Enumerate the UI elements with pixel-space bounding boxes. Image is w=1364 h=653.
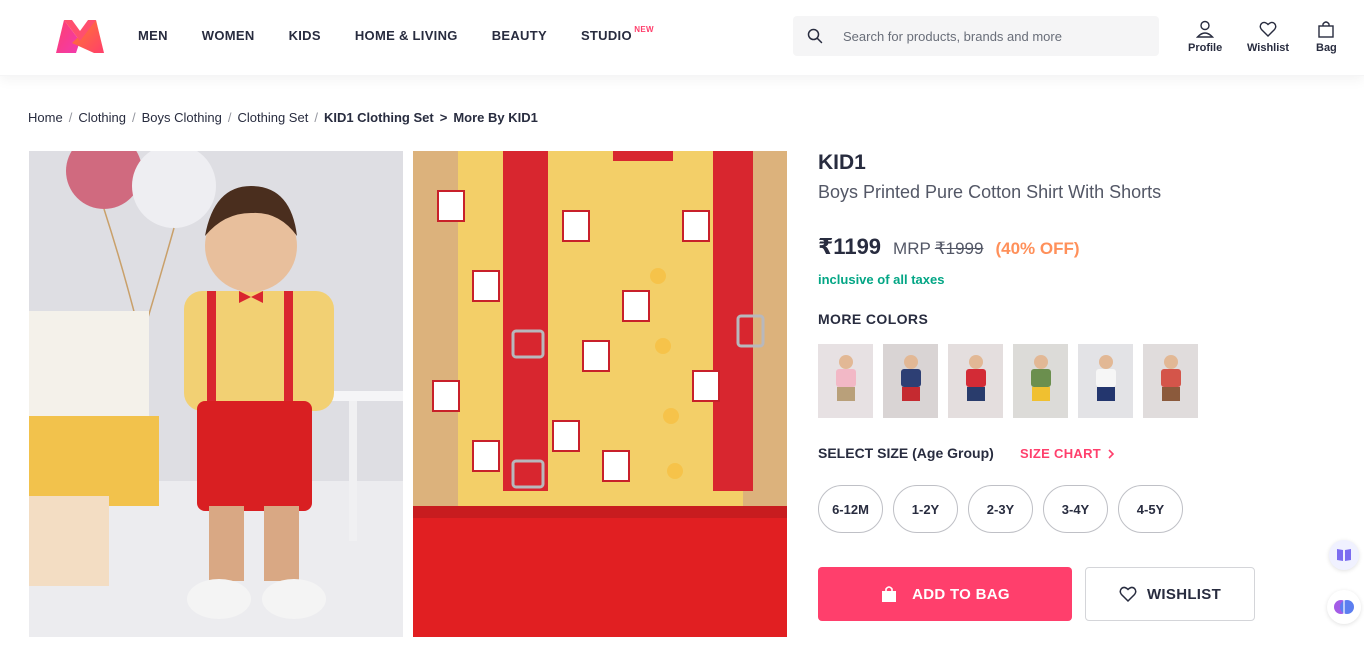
wishlist-label: Wishlist bbox=[1247, 42, 1290, 54]
breadcrumb: Home / Clothing / Boys Clothing / Clothi… bbox=[28, 110, 538, 125]
breadcrumb-arrow: > bbox=[439, 110, 448, 125]
size-chart-label: SIZE CHART bbox=[1020, 446, 1101, 461]
nav-studio-label: STUDIO bbox=[580, 28, 632, 43]
product-photo-closeup bbox=[413, 151, 787, 637]
bag-button[interactable]: Bag bbox=[1316, 20, 1337, 54]
breadcrumb-boys-clothing[interactable]: Boys Clothing bbox=[142, 110, 222, 125]
myntra-logo-icon[interactable] bbox=[54, 17, 106, 55]
color-swatch-pink[interactable] bbox=[818, 344, 873, 418]
nav-beauty[interactable]: BEAUTY bbox=[492, 28, 547, 43]
wishlist-header-button[interactable]: Wishlist bbox=[1247, 20, 1289, 54]
book-icon[interactable] bbox=[1329, 540, 1359, 570]
size-chart-link[interactable]: SIZE CHART bbox=[1020, 446, 1117, 461]
nav-women[interactable]: WOMEN bbox=[202, 28, 255, 43]
product-image-2[interactable] bbox=[413, 151, 787, 637]
wishlist-button-label: WISHLIST bbox=[1146, 585, 1222, 603]
nav-beauty-label: BEAUTY bbox=[491, 28, 547, 43]
taxes-note: inclusive of all taxes bbox=[818, 272, 945, 287]
more-colors-title: MORE COLORS bbox=[818, 311, 929, 327]
nav-home-living[interactable]: HOME & LIVING bbox=[355, 28, 458, 43]
size-4-5y[interactable]: 4-5Y bbox=[1118, 485, 1183, 533]
color-swatch-navy[interactable] bbox=[883, 344, 938, 418]
breadcrumb-clothing[interactable]: Clothing bbox=[78, 110, 126, 125]
product-title: Boys Printed Pure Cotton Shirt With Shor… bbox=[818, 182, 1162, 202]
main-nav: MEN WOMEN KIDS HOME & LIVING BEAUTY STUD… bbox=[138, 25, 666, 43]
search-bar[interactable] bbox=[793, 16, 1159, 56]
top-header: MEN WOMEN KIDS HOME & LIVING BEAUTY STUD… bbox=[0, 0, 1364, 76]
heart-icon bbox=[1119, 586, 1137, 603]
nav-home-living-label: HOME & LIVING bbox=[354, 28, 458, 43]
nav-kids[interactable]: KIDS bbox=[289, 28, 321, 43]
size-1-2y[interactable]: 1-2Y bbox=[893, 485, 958, 533]
bag-label: Bag bbox=[1316, 42, 1337, 54]
nav-men-label: MEN bbox=[138, 28, 168, 43]
heart-icon bbox=[1259, 21, 1277, 37]
add-to-bag-label: ADD TO BAG bbox=[912, 585, 1010, 603]
search-icon[interactable] bbox=[793, 16, 837, 56]
profile-icon bbox=[1196, 20, 1215, 38]
color-swatches bbox=[818, 344, 1208, 418]
size-2-3y[interactable]: 2-3Y bbox=[968, 485, 1033, 533]
breadcrumb-current: KID1 Clothing Set bbox=[323, 110, 434, 125]
color-swatch-brown[interactable] bbox=[1143, 344, 1198, 418]
profile-label: Profile bbox=[1188, 42, 1223, 54]
new-badge: NEW bbox=[634, 25, 654, 34]
breadcrumb-separator: / bbox=[68, 110, 73, 125]
brain-icon[interactable] bbox=[1327, 590, 1361, 624]
size-3-4y[interactable]: 3-4Y bbox=[1043, 485, 1108, 533]
breadcrumb-home[interactable]: Home bbox=[28, 110, 63, 125]
breadcrumb-separator: / bbox=[314, 110, 318, 125]
search-input[interactable] bbox=[843, 28, 1143, 44]
brand-name[interactable]: KID1 bbox=[818, 151, 866, 175]
chevron-right-icon bbox=[1108, 448, 1115, 459]
color-swatch-white[interactable] bbox=[1078, 344, 1133, 418]
mrp-label: MRP bbox=[893, 239, 931, 258]
breadcrumb-more-by-brand[interactable]: More By KID1 bbox=[453, 110, 538, 125]
profile-button[interactable]: Profile bbox=[1188, 20, 1222, 54]
nav-kids-label: KIDS bbox=[288, 28, 321, 43]
mrp-value: ₹1999 bbox=[934, 239, 984, 258]
wishlist-button[interactable]: WISHLIST bbox=[1085, 567, 1255, 621]
product-photo-full bbox=[29, 151, 403, 637]
select-size-title: SELECT SIZE (Age Group) bbox=[818, 445, 994, 461]
nav-studio[interactable]: STUDIO NEW bbox=[580, 25, 654, 43]
price-row: ₹1199 MRP ₹1999 (40% OFF) bbox=[818, 234, 1080, 260]
nav-men[interactable]: MEN bbox=[138, 28, 168, 43]
bag-icon bbox=[1318, 21, 1335, 38]
color-swatch-yellow[interactable] bbox=[1013, 344, 1068, 418]
nav-women-label: WOMEN bbox=[201, 28, 255, 43]
breadcrumb-clothing-set[interactable]: Clothing Set bbox=[237, 110, 308, 125]
size-options: 6-12M 1-2Y 2-3Y 3-4Y 4-5Y bbox=[818, 485, 1193, 533]
bag-icon bbox=[882, 586, 897, 602]
color-swatch-red[interactable] bbox=[948, 344, 1003, 418]
size-6-12m[interactable]: 6-12M bbox=[818, 485, 883, 533]
breadcrumb-separator: / bbox=[132, 110, 136, 125]
selling-price: ₹1199 bbox=[818, 234, 882, 259]
discount-badge: (40% OFF) bbox=[995, 239, 1080, 258]
breadcrumb-separator: / bbox=[227, 110, 232, 125]
add-to-bag-button[interactable]: ADD TO BAG bbox=[818, 567, 1072, 621]
product-image-1[interactable] bbox=[29, 151, 403, 637]
